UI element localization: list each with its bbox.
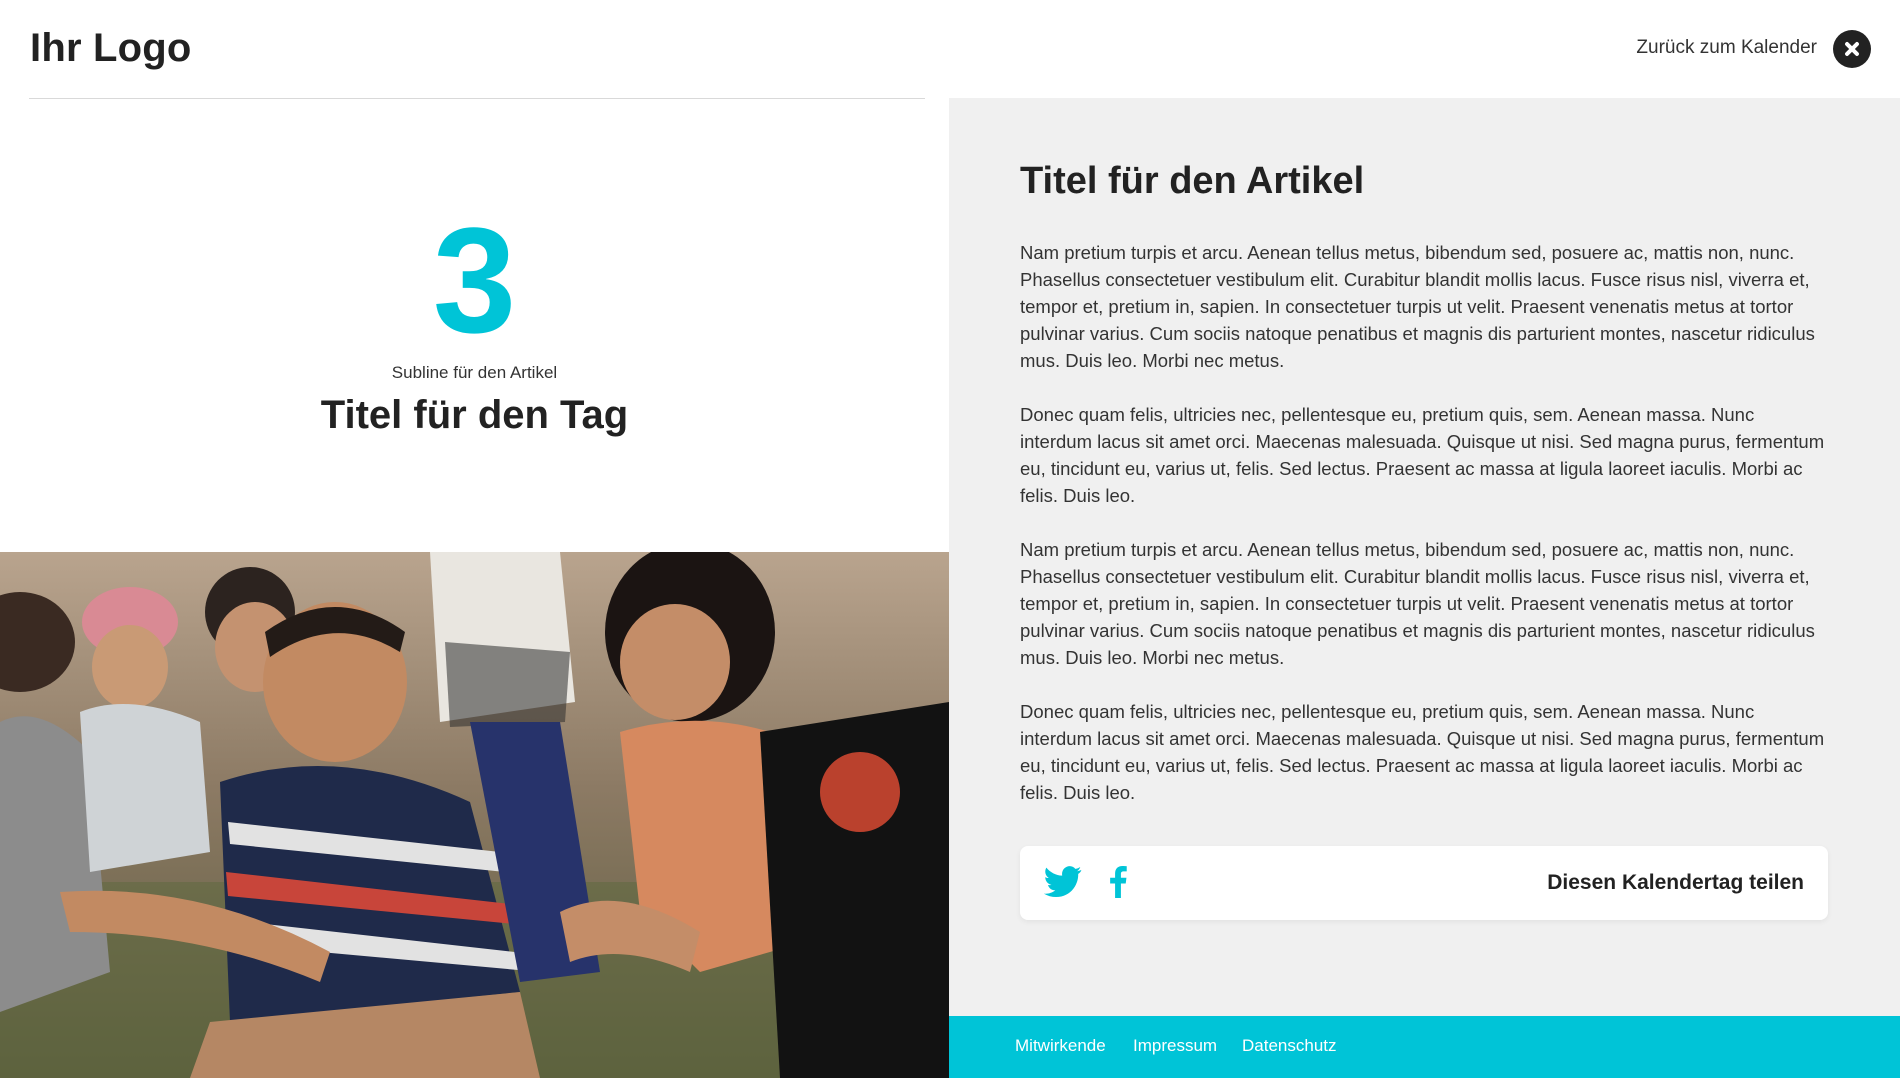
footer: Mitwirkende Impressum Datenschutz [949,1016,1900,1078]
article-paragraph: Nam pretium turpis et arcu. Aenean tellu… [1020,539,1815,668]
article-paragraph: Donec quam felis, ultricies nec, pellent… [1020,701,1825,803]
footer-link-impressum[interactable]: Impressum [1133,1036,1217,1056]
footer-link-mitwirkende[interactable]: Mitwirkende [1015,1036,1106,1056]
topbar-right: Zurück zum Kalender [949,0,1900,98]
article-title: Titel für den Artikel [1020,160,1365,202]
article: Titel für den Artikel Nam pretium turpis… [1020,160,1830,833]
facebook-icon[interactable] [1108,866,1128,898]
article-paragraph: Donec quam felis, ultricies nec, pellent… [1020,404,1825,506]
share-label[interactable]: Diesen Kalendertag teilen [1547,871,1804,895]
day-number: 3 [432,196,517,364]
article-paragraph: Nam pretium turpis et arcu. Aenean tellu… [1020,242,1815,371]
close-icon[interactable] [1833,30,1871,68]
header-divider [29,98,925,99]
footer-link-datenschutz[interactable]: Datenschutz [1242,1036,1337,1056]
back-to-calendar-link[interactable]: Zurück zum Kalender [1636,37,1817,59]
day-block: 3 Subline für den Artikel Titel für den … [0,205,949,438]
logo[interactable]: Ihr Logo [30,26,192,71]
twitter-icon[interactable] [1044,866,1082,898]
day-subline: Subline für den Artikel [391,363,558,382]
share-box: Diesen Kalendertag teilen [1020,846,1828,920]
left-column: Ihr Logo 3 Subline für den Artikel Titel… [0,0,949,1078]
day-title: Titel für den Tag [320,393,629,437]
article-photo [0,552,949,1078]
